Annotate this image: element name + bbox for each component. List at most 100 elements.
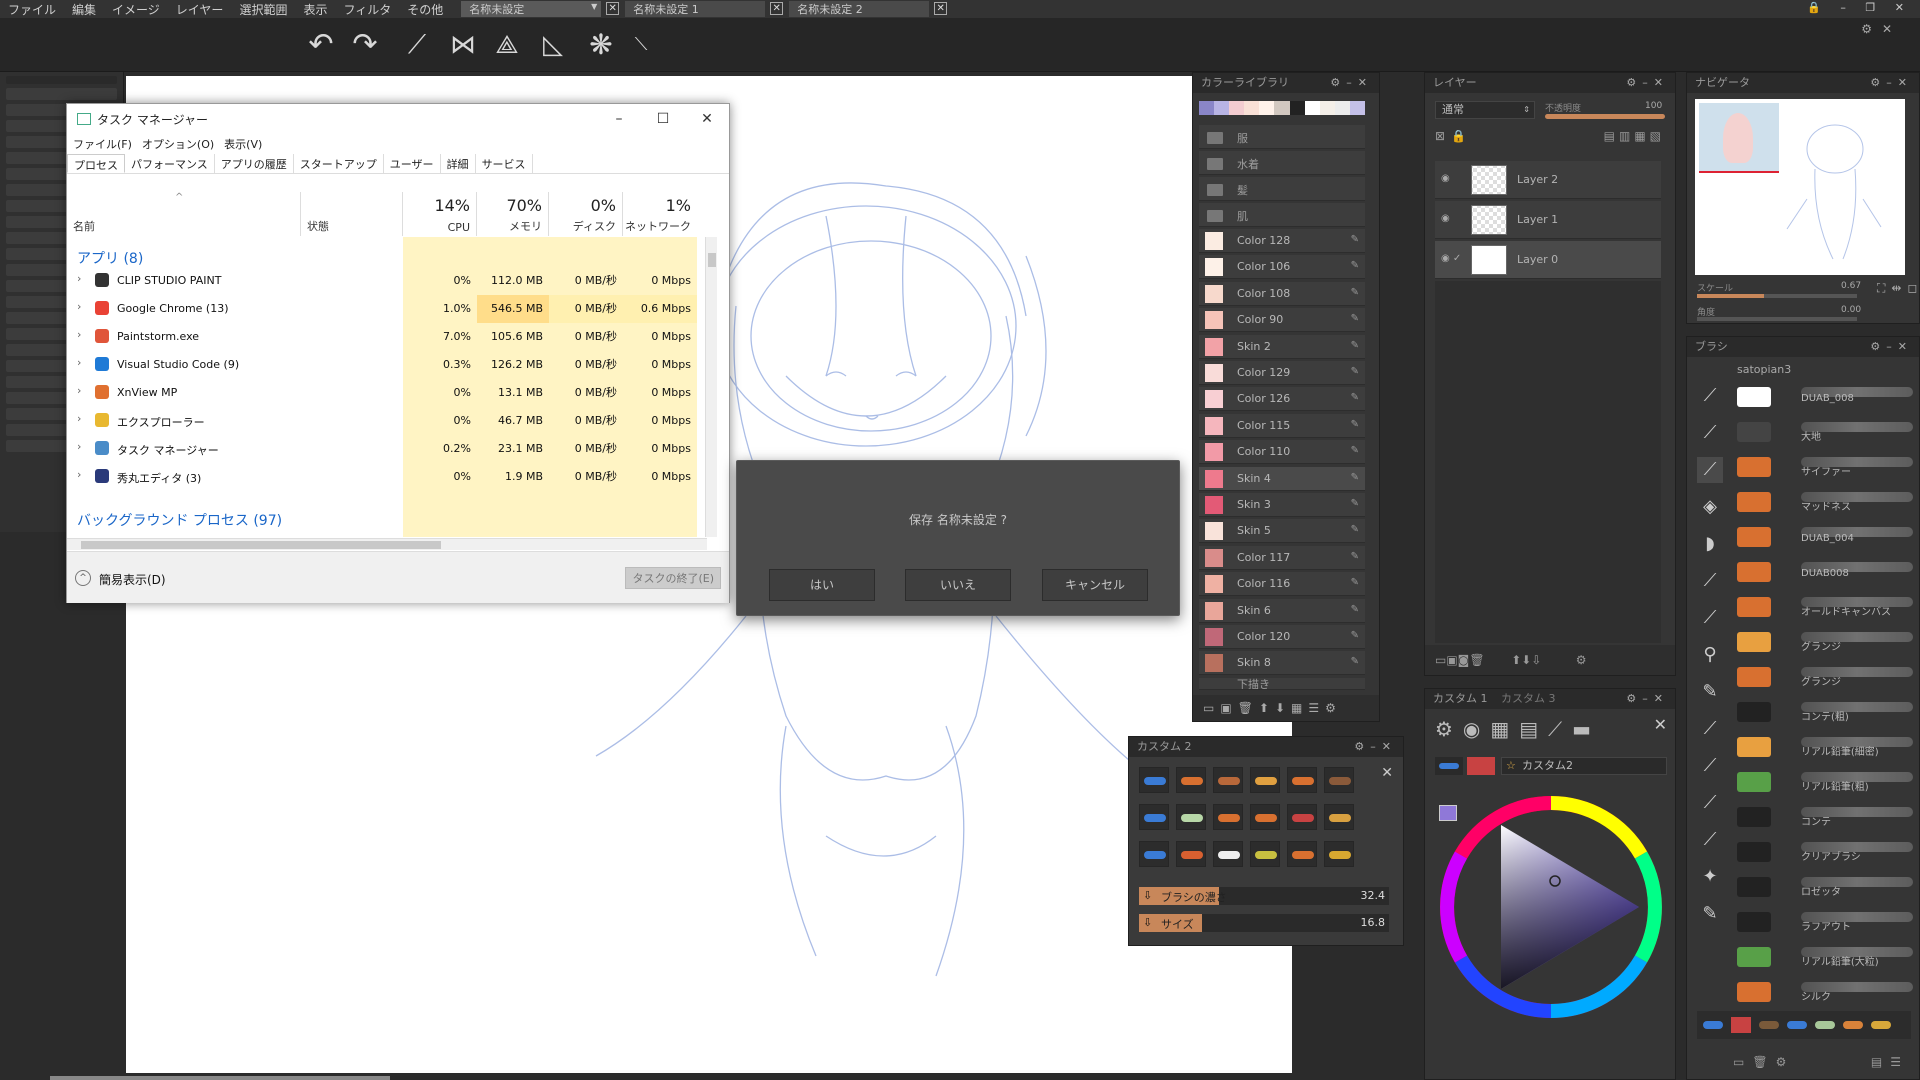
density-slider[interactable]: ⇩ ブラシの濃さ 32.4	[1139, 887, 1389, 905]
brush-item[interactable]: DUAB008	[1733, 556, 1919, 590]
color-item[interactable]: Skin 5 ✎	[1199, 519, 1365, 544]
wrench-icon[interactable]: ✕	[1381, 765, 1393, 781]
brush-slot[interactable]	[1213, 767, 1243, 793]
color-item[interactable]: Color 129 ✎	[1199, 361, 1365, 385]
blend-mode-select[interactable]: 通常 ⇕	[1435, 101, 1535, 119]
col-header-status[interactable]: 状態	[301, 192, 403, 236]
eye-icon[interactable]: ◉ ✓	[1441, 253, 1461, 264]
menu-layer[interactable]: レイヤー	[168, 1, 232, 18]
brush-tool-icon[interactable]: ⟋	[1697, 457, 1723, 483]
brush-slot[interactable]	[1139, 767, 1169, 793]
layer-footer-icons[interactable]: ▭▣◙🗑 ⬆⬇⇩ ⚙	[1425, 645, 1675, 675]
color-item[interactable]: Color 120 ✎	[1199, 625, 1365, 649]
brush-slot[interactable]	[1176, 804, 1206, 830]
color-strip[interactable]	[1199, 101, 1366, 115]
brush-slot[interactable]	[1176, 841, 1206, 867]
size-slider[interactable]: ⇩ サイズ 16.8	[1139, 914, 1389, 932]
close-icon[interactable]: ✕	[770, 2, 784, 15]
brush-item[interactable]: オールドキャンバス	[1733, 591, 1919, 625]
edit-icon[interactable]: ✎	[1351, 524, 1359, 535]
brush-slot[interactable]	[1324, 804, 1354, 830]
edit-icon[interactable]: ✎	[1351, 472, 1359, 483]
table-row[interactable]: › 秀丸エディタ (3) 0% 1.9 MB 0 MB/秒 0 Mbps	[67, 463, 707, 491]
panel-controls[interactable]: ⚙–✕	[1870, 337, 1913, 357]
chevron-right-icon[interactable]: ›	[77, 272, 81, 285]
close-icon[interactable]: ✕	[606, 2, 620, 15]
col-header-memory[interactable]: 70% メモリ	[477, 192, 549, 236]
blend-tool-icon[interactable]: ◗	[1697, 531, 1723, 557]
color-item[interactable]: Color 128 ✎	[1199, 229, 1365, 253]
table-row[interactable]: › CLIP STUDIO PAINT 0% 112.0 MB 0 MB/秒 0 Mbps	[67, 267, 707, 295]
chevron-right-icon[interactable]: ›	[77, 412, 81, 425]
color-item[interactable]: Skin 6 ✎	[1199, 598, 1365, 623]
chevron-right-icon[interactable]: ›	[77, 356, 81, 369]
brush-quick-slots[interactable]	[1697, 1011, 1911, 1039]
wrench-icon[interactable]: ✕	[1654, 715, 1667, 734]
col-header-disk[interactable]: 0% ディスク	[549, 192, 623, 236]
brush-item[interactable]: コンテ(粗)	[1733, 696, 1919, 730]
brush-slot[interactable]	[1287, 841, 1317, 867]
group-background[interactable]: バックグラウンド プロセス (97)	[77, 510, 282, 530]
tab-users[interactable]: ユーザー	[384, 154, 441, 173]
col-header-cpu[interactable]: 14% CPU	[403, 192, 477, 236]
align-icons[interactable]: ▤▥▦▧	[1604, 129, 1665, 143]
menu-file[interactable]: ファイル	[0, 1, 64, 18]
color-item[interactable]: Skin 3 ✎	[1199, 493, 1365, 517]
tab-custom3[interactable]: カスタム 3	[1501, 692, 1556, 705]
sparkle-tool-icon[interactable]: ✦	[1697, 864, 1723, 890]
chevron-up-icon[interactable]: ^	[75, 570, 91, 586]
doc-tab-2[interactable]: 名称未設定 2 ✕	[789, 1, 948, 17]
edit-icon[interactable]: ✎	[1351, 260, 1359, 271]
tab-startup[interactable]: スタートアップ	[294, 154, 384, 173]
color-item[interactable]: Skin 8 ✎	[1199, 651, 1365, 676]
menu-select[interactable]: 選択範囲	[231, 1, 295, 18]
color-item[interactable]: Color 115 ✎	[1199, 413, 1365, 438]
chevron-right-icon[interactable]: ›	[77, 440, 81, 453]
ink-tool-icon[interactable]: ⟋	[1697, 716, 1723, 742]
opacity-slider[interactable]	[1545, 114, 1665, 119]
brush-item[interactable]: マッドネス	[1733, 486, 1919, 520]
color-item[interactable]: Skin 4 ✎	[1199, 466, 1365, 491]
brush-slot[interactable]	[1287, 804, 1317, 830]
color-library-footer-icons[interactable]: ▭▣🗑⬆⬇▦☰⚙	[1193, 695, 1379, 721]
edit-tool-icon[interactable]: ✎	[1697, 901, 1723, 927]
tab-performance[interactable]: パフォーマンス	[125, 154, 215, 173]
doc-tab-1[interactable]: 名称未設定 1 ✕	[625, 1, 784, 17]
folder-item[interactable]: 肌	[1199, 203, 1365, 227]
table-row[interactable]: › Google Chrome (13) 1.0% 546.5 MB 0 MB/秒 0.6…	[67, 295, 707, 323]
chevron-right-icon[interactable]: ›	[77, 328, 81, 341]
menu-image[interactable]: イメージ	[104, 1, 168, 18]
brush-item[interactable]: グランジ	[1733, 661, 1919, 695]
scale-slider[interactable]	[1697, 294, 1857, 298]
color-item[interactable]: Color 126 ✎	[1199, 387, 1365, 412]
close-button[interactable]: ✕	[685, 106, 729, 132]
edit-icon[interactable]: ✎	[1351, 366, 1359, 377]
tab-services[interactable]: サービス	[476, 154, 533, 173]
brush-item[interactable]: DUAB_004	[1733, 521, 1919, 555]
edit-icon[interactable]: ✎	[1351, 498, 1359, 509]
brush-item[interactable]: リアル鉛筆(大粒)	[1733, 941, 1919, 975]
vertical-scrollbar[interactable]	[705, 237, 717, 537]
color-item[interactable]: Color 117 ✎	[1199, 545, 1365, 570]
edit-icon[interactable]: ✎	[1351, 630, 1359, 641]
brush-slot[interactable]	[1139, 841, 1169, 867]
color-item[interactable]: Color 116 ✎	[1199, 572, 1365, 597]
tm-menu-file[interactable]: ファイル(F)	[73, 136, 132, 152]
brush-preset-thumb[interactable]	[1435, 757, 1463, 775]
fewer-details-link[interactable]: 簡易表示(D)	[99, 571, 166, 588]
color-item[interactable]: Color 110 ✎	[1199, 440, 1365, 465]
panel-controls[interactable]: ⚙–✕	[1626, 73, 1669, 93]
menu-view[interactable]: 表示	[295, 1, 335, 18]
brush-slot[interactable]	[1250, 767, 1280, 793]
tab-details[interactable]: 詳細	[441, 154, 476, 173]
table-row[interactable]: › エクスプローラー 0% 46.7 MB 0 MB/秒 0 Mbps	[67, 407, 707, 435]
layer-row-selected[interactable]: ◉ ✓ Layer 0	[1435, 241, 1661, 279]
navigator-fit-icons[interactable]: ⛶⇹◻↻	[1877, 281, 1920, 296]
redo-icon[interactable]: ↷	[346, 26, 384, 64]
panel-controls[interactable]: ⚙–✕	[1354, 737, 1397, 757]
color-item[interactable]: Skin 2 ✎	[1199, 334, 1365, 359]
edit-icon[interactable]: ✎	[1351, 577, 1359, 588]
mirror-icon[interactable]: ⋈	[444, 26, 482, 64]
menu-other[interactable]: その他	[399, 1, 451, 18]
undo-icon[interactable]: ↶	[302, 26, 340, 64]
